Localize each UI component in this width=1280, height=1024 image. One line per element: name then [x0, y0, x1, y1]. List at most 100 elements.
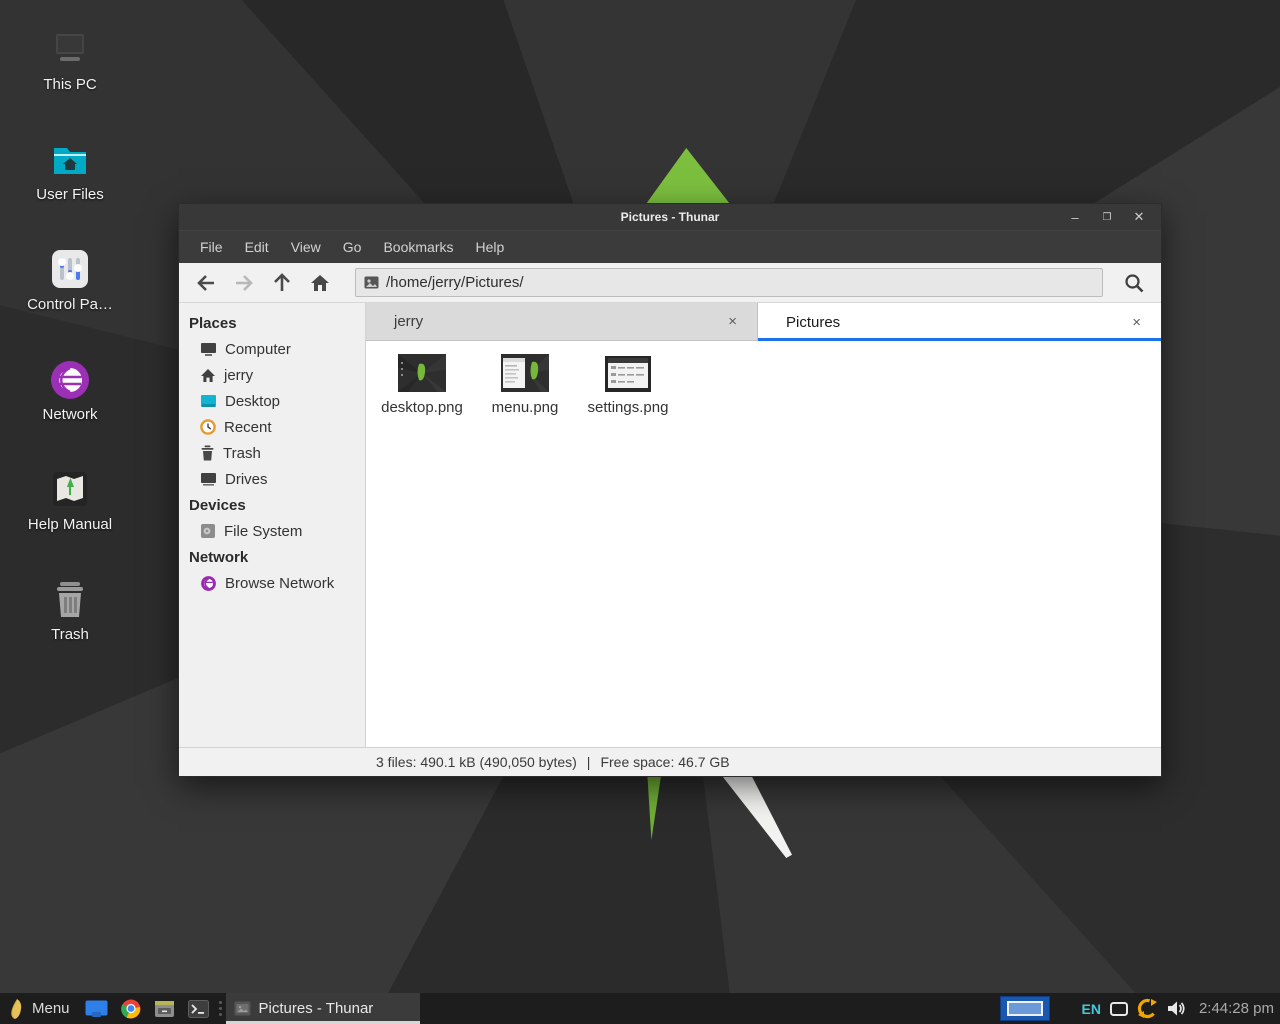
task-button-label: Pictures - Thunar	[259, 1000, 374, 1017]
sliders-icon	[48, 248, 92, 292]
sidebar-item-drives[interactable]: Drives	[179, 466, 365, 492]
harddisk-icon	[200, 523, 216, 539]
file-cabinet-launcher[interactable]	[148, 993, 182, 1024]
volume-icon[interactable]	[1167, 1000, 1186, 1017]
desktop-icon-control-panel[interactable]: Control Pa…	[15, 248, 125, 344]
sidebar-item-recent[interactable]: Recent	[179, 414, 365, 440]
sidebar-header-network: Network	[179, 544, 365, 570]
menu-view[interactable]: View	[282, 234, 330, 260]
keyboard-layout-indicator[interactable]: EN	[1081, 1001, 1100, 1017]
sidebar-item-file-system[interactable]: File System	[179, 518, 365, 544]
drawer-icon	[154, 1000, 175, 1018]
menu-logo-icon	[8, 998, 24, 1020]
search-button[interactable]	[1117, 268, 1151, 298]
file-desktop-png[interactable]: desktop.png	[372, 352, 472, 416]
desktop-icon-label: Control Pa…	[27, 296, 113, 313]
status-separator: |	[587, 754, 591, 770]
desktop-icon-column: This PC User Files Contro	[15, 28, 125, 674]
path-bar[interactable]	[355, 268, 1103, 297]
home-icon	[200, 368, 216, 383]
close-button[interactable]: ✕	[1123, 204, 1155, 230]
menu-help[interactable]: Help	[467, 234, 514, 260]
sidebar-item-label: Browse Network	[225, 575, 334, 592]
sidebar-item-desktop[interactable]: Desktop	[179, 388, 365, 414]
desktop-icon-network[interactable]: Network	[15, 358, 125, 454]
file-menu-png[interactable]: menu.png	[475, 352, 575, 416]
desktop-icon-this-pc[interactable]: This PC	[15, 28, 125, 124]
sidebar-item-browse-network[interactable]: Browse Network	[179, 570, 365, 596]
desktop-icon-help-manual[interactable]: Help Manual	[15, 468, 125, 564]
path-input[interactable]	[386, 274, 1094, 291]
home-button[interactable]	[303, 268, 337, 298]
file-name: settings.png	[588, 399, 669, 416]
terminal-launcher[interactable]	[182, 993, 216, 1024]
maximize-button[interactable]: ❐	[1091, 204, 1123, 230]
window-controls: – ❐ ✕	[1059, 204, 1155, 230]
forward-arrow-icon	[234, 274, 254, 292]
computer-icon	[48, 28, 92, 72]
back-button[interactable]	[189, 268, 223, 298]
desktop-icon-trash[interactable]: Trash	[15, 578, 125, 674]
home-folder-icon	[48, 138, 92, 182]
file-name: menu.png	[492, 399, 559, 416]
tab-pictures[interactable]: Pictures ×	[758, 303, 1161, 341]
titlebar[interactable]: Pictures - Thunar – ❐ ✕	[179, 204, 1161, 230]
chrome-launcher[interactable]	[114, 993, 148, 1024]
menubar: File Edit View Go Bookmarks Help	[179, 230, 1161, 263]
desktop-icon-user-files[interactable]: User Files	[15, 138, 125, 234]
sidebar-item-computer[interactable]: Computer	[179, 336, 365, 362]
menu-go[interactable]: Go	[334, 234, 371, 260]
sidebar-item-label: Drives	[225, 471, 268, 488]
content-pane: jerry × Pictures ×	[366, 303, 1161, 747]
menu-edit[interactable]: Edit	[236, 234, 278, 260]
task-window-icon	[234, 1001, 251, 1016]
sidebar-item-label: Trash	[223, 445, 261, 462]
clock[interactable]: 2:44:28 pm	[1195, 1000, 1274, 1017]
sidebar-item-trash[interactable]: Trash	[179, 440, 365, 466]
desktop-icon-label: User Files	[36, 186, 104, 203]
menu-bookmarks[interactable]: Bookmarks	[374, 234, 462, 260]
menu-button[interactable]: Menu	[0, 993, 80, 1024]
menu-file[interactable]: File	[191, 234, 232, 260]
tab-close-icon[interactable]: ×	[1126, 312, 1147, 333]
desktop-icon-label: This PC	[43, 76, 96, 93]
image-thumbnail	[398, 352, 446, 392]
sidebar-header-devices: Devices	[179, 492, 365, 518]
tab-jerry[interactable]: jerry ×	[366, 303, 758, 341]
update-notifier-icon[interactable]	[1137, 998, 1158, 1019]
tab-close-icon[interactable]: ×	[722, 311, 743, 332]
display-tray-icon[interactable]	[1110, 1002, 1128, 1016]
minimize-button[interactable]: –	[1059, 204, 1091, 230]
desktop-display-icon	[200, 394, 217, 409]
show-desktop-launcher[interactable]	[80, 993, 114, 1024]
up-button[interactable]	[265, 268, 299, 298]
sidebar-item-label: Recent	[224, 419, 272, 436]
desktop-icon-label: Help Manual	[28, 516, 112, 533]
desktop-icon-label: Network	[42, 406, 97, 423]
forward-button[interactable]	[227, 268, 261, 298]
sidebar-item-home[interactable]: jerry	[179, 362, 365, 388]
task-button-thunar[interactable]: Pictures - Thunar	[226, 993, 420, 1024]
status-bar: 3 files: 490.1 kB (490,050 bytes) | Free…	[179, 747, 1161, 776]
clock-icon	[200, 419, 216, 435]
sidebar-header-places: Places	[179, 310, 365, 336]
system-tray: EN 2:44:28 pm	[1081, 993, 1274, 1024]
image-thumbnail	[501, 352, 549, 392]
workspace-pager[interactable]	[1000, 996, 1050, 1021]
taskbar-drag-handle[interactable]	[216, 993, 226, 1024]
tab-bar: jerry × Pictures ×	[366, 303, 1161, 341]
image-location-icon	[364, 276, 379, 289]
desktop-launcher-icon	[85, 1000, 108, 1018]
chrome-icon	[121, 999, 141, 1019]
toolbar	[179, 263, 1161, 303]
taskbar: Menu Pictures - Th	[0, 993, 1280, 1024]
back-arrow-icon	[196, 274, 216, 292]
globe-icon	[48, 358, 92, 402]
file-settings-png[interactable]: settings.png	[578, 352, 678, 416]
window-title: Pictures - Thunar	[179, 210, 1161, 224]
trash-icon	[48, 578, 92, 622]
monitor-icon	[200, 342, 217, 357]
file-list: desktop.png	[366, 341, 1161, 747]
desktop-icon-label: Trash	[51, 626, 89, 643]
status-files-text: 3 files: 490.1 kB (490,050 bytes)	[376, 754, 577, 770]
